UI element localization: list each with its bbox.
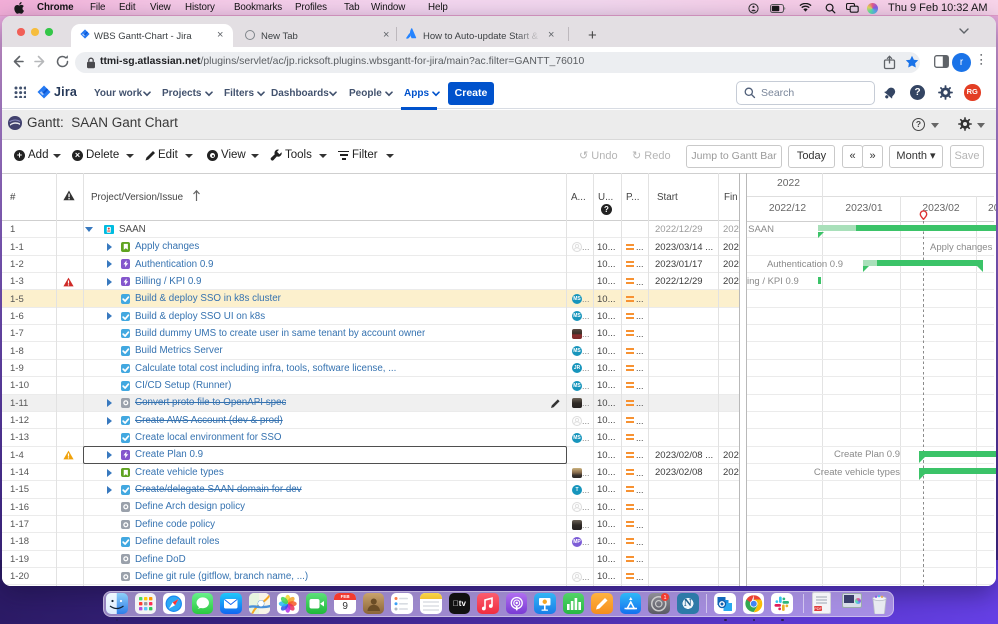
svg-text:1: 1 — [664, 595, 667, 601]
